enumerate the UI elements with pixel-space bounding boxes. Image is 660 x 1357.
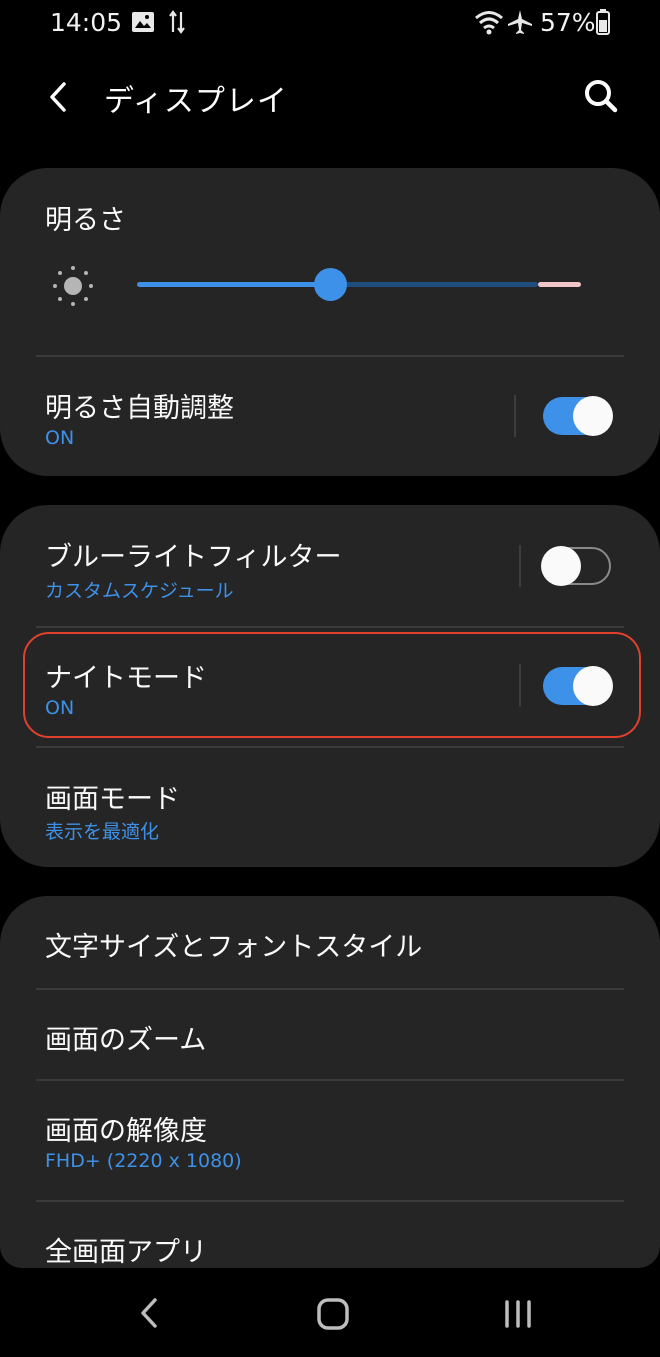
separator <box>514 395 516 437</box>
auto-brightness-toggle[interactable] <box>543 396 613 436</box>
battery-percent: 57% <box>540 8 596 37</box>
blue-light-status: カスタムスケジュール <box>45 580 234 602</box>
brightness-label: 明るさ <box>45 205 126 236</box>
slider-thumb[interactable] <box>314 268 347 301</box>
highlight-box <box>23 632 641 738</box>
toggle-knob <box>541 546 581 586</box>
slider-track[interactable] <box>330 282 538 287</box>
recents-nav-icon[interactable] <box>502 1299 534 1329</box>
divider <box>36 746 624 748</box>
auto-brightness-label: 明るさ自動調整 <box>45 393 234 424</box>
separator <box>519 545 521 587</box>
fullscreen-apps-item[interactable]: 全画面アプリ <box>45 1230 207 1269</box>
status-time: 14:05 <box>50 8 123 37</box>
divider <box>36 1200 624 1202</box>
divider <box>36 988 624 990</box>
slider-track-end[interactable] <box>538 282 581 287</box>
screen-zoom-item[interactable]: 画面のズーム <box>45 1018 206 1057</box>
divider <box>36 626 624 628</box>
back-nav-icon[interactable] <box>136 1296 162 1330</box>
blue-light-toggle[interactable] <box>541 546 611 586</box>
screen-mode-label: 画面モード <box>45 784 180 815</box>
page-title: ディスプレイ <box>104 84 288 119</box>
data-transfer-icon <box>169 10 185 34</box>
airplane-icon <box>508 10 532 34</box>
auto-brightness-status: ON <box>45 427 75 449</box>
divider <box>36 1079 624 1081</box>
battery-icon <box>596 9 610 35</box>
toggle-knob <box>573 396 613 436</box>
search-icon[interactable] <box>583 78 619 114</box>
resolution-label: 画面の解像度 <box>45 1116 207 1147</box>
image-icon <box>132 12 154 32</box>
brightness-sun-icon <box>53 266 93 306</box>
wifi-icon <box>475 11 503 35</box>
font-size-style-item[interactable]: 文字サイズとフォントスタイル <box>45 925 422 964</box>
screen-mode-status: 表示を最適化 <box>45 821 160 843</box>
blue-light-label: ブルーライトフィルター <box>45 542 342 573</box>
chevron-left-icon[interactable] <box>44 80 72 114</box>
divider <box>36 355 624 357</box>
resolution-value: FHD+ (2220 x 1080) <box>45 1150 242 1172</box>
home-nav-icon[interactable] <box>316 1297 350 1331</box>
slider-track-active[interactable] <box>137 282 330 287</box>
